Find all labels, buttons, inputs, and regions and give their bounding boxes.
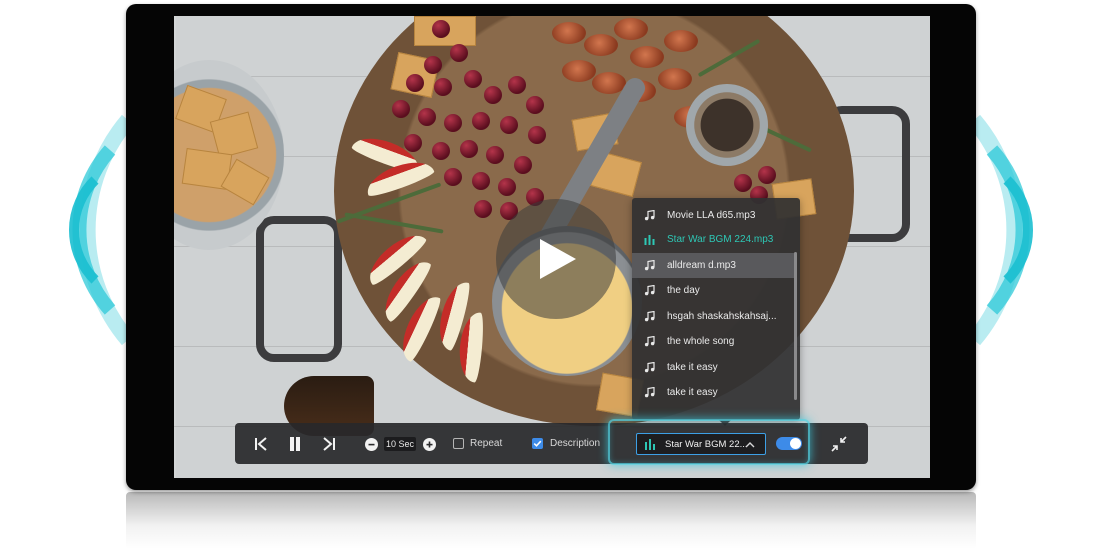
minus-circle-icon <box>364 437 378 451</box>
music-note-icon <box>644 336 660 347</box>
description-checkbox[interactable] <box>532 438 543 449</box>
playlist-item-label: take it easy <box>667 362 718 373</box>
music-note-icon <box>644 362 660 373</box>
decrease-step-button[interactable] <box>364 437 378 451</box>
playlist-dropdown[interactable]: Movie LLA d65.mp3 Star War BGM 224.mp3 all… <box>632 198 800 420</box>
equalizer-icon <box>644 234 660 245</box>
playlist-item-label: Star War BGM 224.mp3 <box>667 234 774 245</box>
equalizer-icon <box>645 439 655 450</box>
playlist-item-label: the whole song <box>667 336 735 347</box>
device-reflection <box>126 492 976 549</box>
music-toggle[interactable] <box>776 437 802 450</box>
plus-circle-icon <box>422 437 436 451</box>
music-note-icon <box>644 285 660 296</box>
music-note-icon <box>644 387 655 398</box>
play-icon <box>540 239 576 279</box>
toggle-knob <box>790 438 801 449</box>
playlist-item-label: the day <box>667 285 700 296</box>
repeat-label: Repeat <box>470 438 503 449</box>
playlist-item[interactable]: the day <box>632 278 794 303</box>
playlist-item[interactable]: Star War BGM 224.mp3 <box>632 227 794 252</box>
playlist-item[interactable]: take it easy <box>632 355 794 380</box>
playlist-item[interactable]: take it easy <box>632 380 794 405</box>
playlist-item-label: Movie LLA d65.mp3 <box>667 210 756 221</box>
playlist-scrollbar[interactable] <box>794 252 797 400</box>
step-value: 10 Sec <box>384 437 416 451</box>
equalizer-icon <box>644 235 655 245</box>
music-note-icon <box>644 260 655 271</box>
music-note-icon <box>644 336 655 347</box>
pause-button[interactable] <box>285 434 305 454</box>
skip-previous-icon <box>255 437 267 451</box>
play-button[interactable] <box>496 199 616 319</box>
current-track-label: Star War BGM 22... <box>665 438 748 450</box>
music-note-icon <box>644 362 655 373</box>
pause-icon <box>290 437 300 451</box>
playlist-item[interactable]: hsgah shaskahskahsaj... <box>632 304 794 329</box>
music-select[interactable]: Star War BGM 22... <box>636 433 766 455</box>
repeat-checkbox[interactable] <box>453 438 464 449</box>
checkmark-icon <box>533 440 542 447</box>
playlist-item-label: alldream d.mp3 <box>667 260 736 271</box>
description-label: Description <box>550 438 601 449</box>
music-note-icon <box>644 311 660 322</box>
collapse-button[interactable] <box>829 434 849 454</box>
skip-next-icon <box>323 437 335 451</box>
previous-button[interactable] <box>251 434 271 454</box>
music-note-icon <box>644 285 655 296</box>
board-handle-left <box>256 216 342 362</box>
playlist-item[interactable]: the whole song <box>632 329 794 354</box>
increase-step-button[interactable] <box>422 437 436 451</box>
music-note-icon <box>644 311 655 322</box>
music-note-icon <box>644 260 660 271</box>
playlist-item[interactable]: Movie LLA d65.mp3 <box>632 203 794 228</box>
playlist-item[interactable]: alldream d.mp3 <box>632 253 794 278</box>
minimize-icon <box>831 436 847 452</box>
chevron-up-icon <box>745 442 755 448</box>
peppercorn-bowl <box>686 84 768 166</box>
playlist-item-label: take it easy <box>667 387 718 398</box>
playlist-item-label: hsgah shaskahskahsaj... <box>667 311 777 322</box>
music-note-icon <box>644 387 660 398</box>
music-note-icon <box>644 210 660 221</box>
music-note-icon <box>644 210 655 221</box>
next-button[interactable] <box>319 434 339 454</box>
